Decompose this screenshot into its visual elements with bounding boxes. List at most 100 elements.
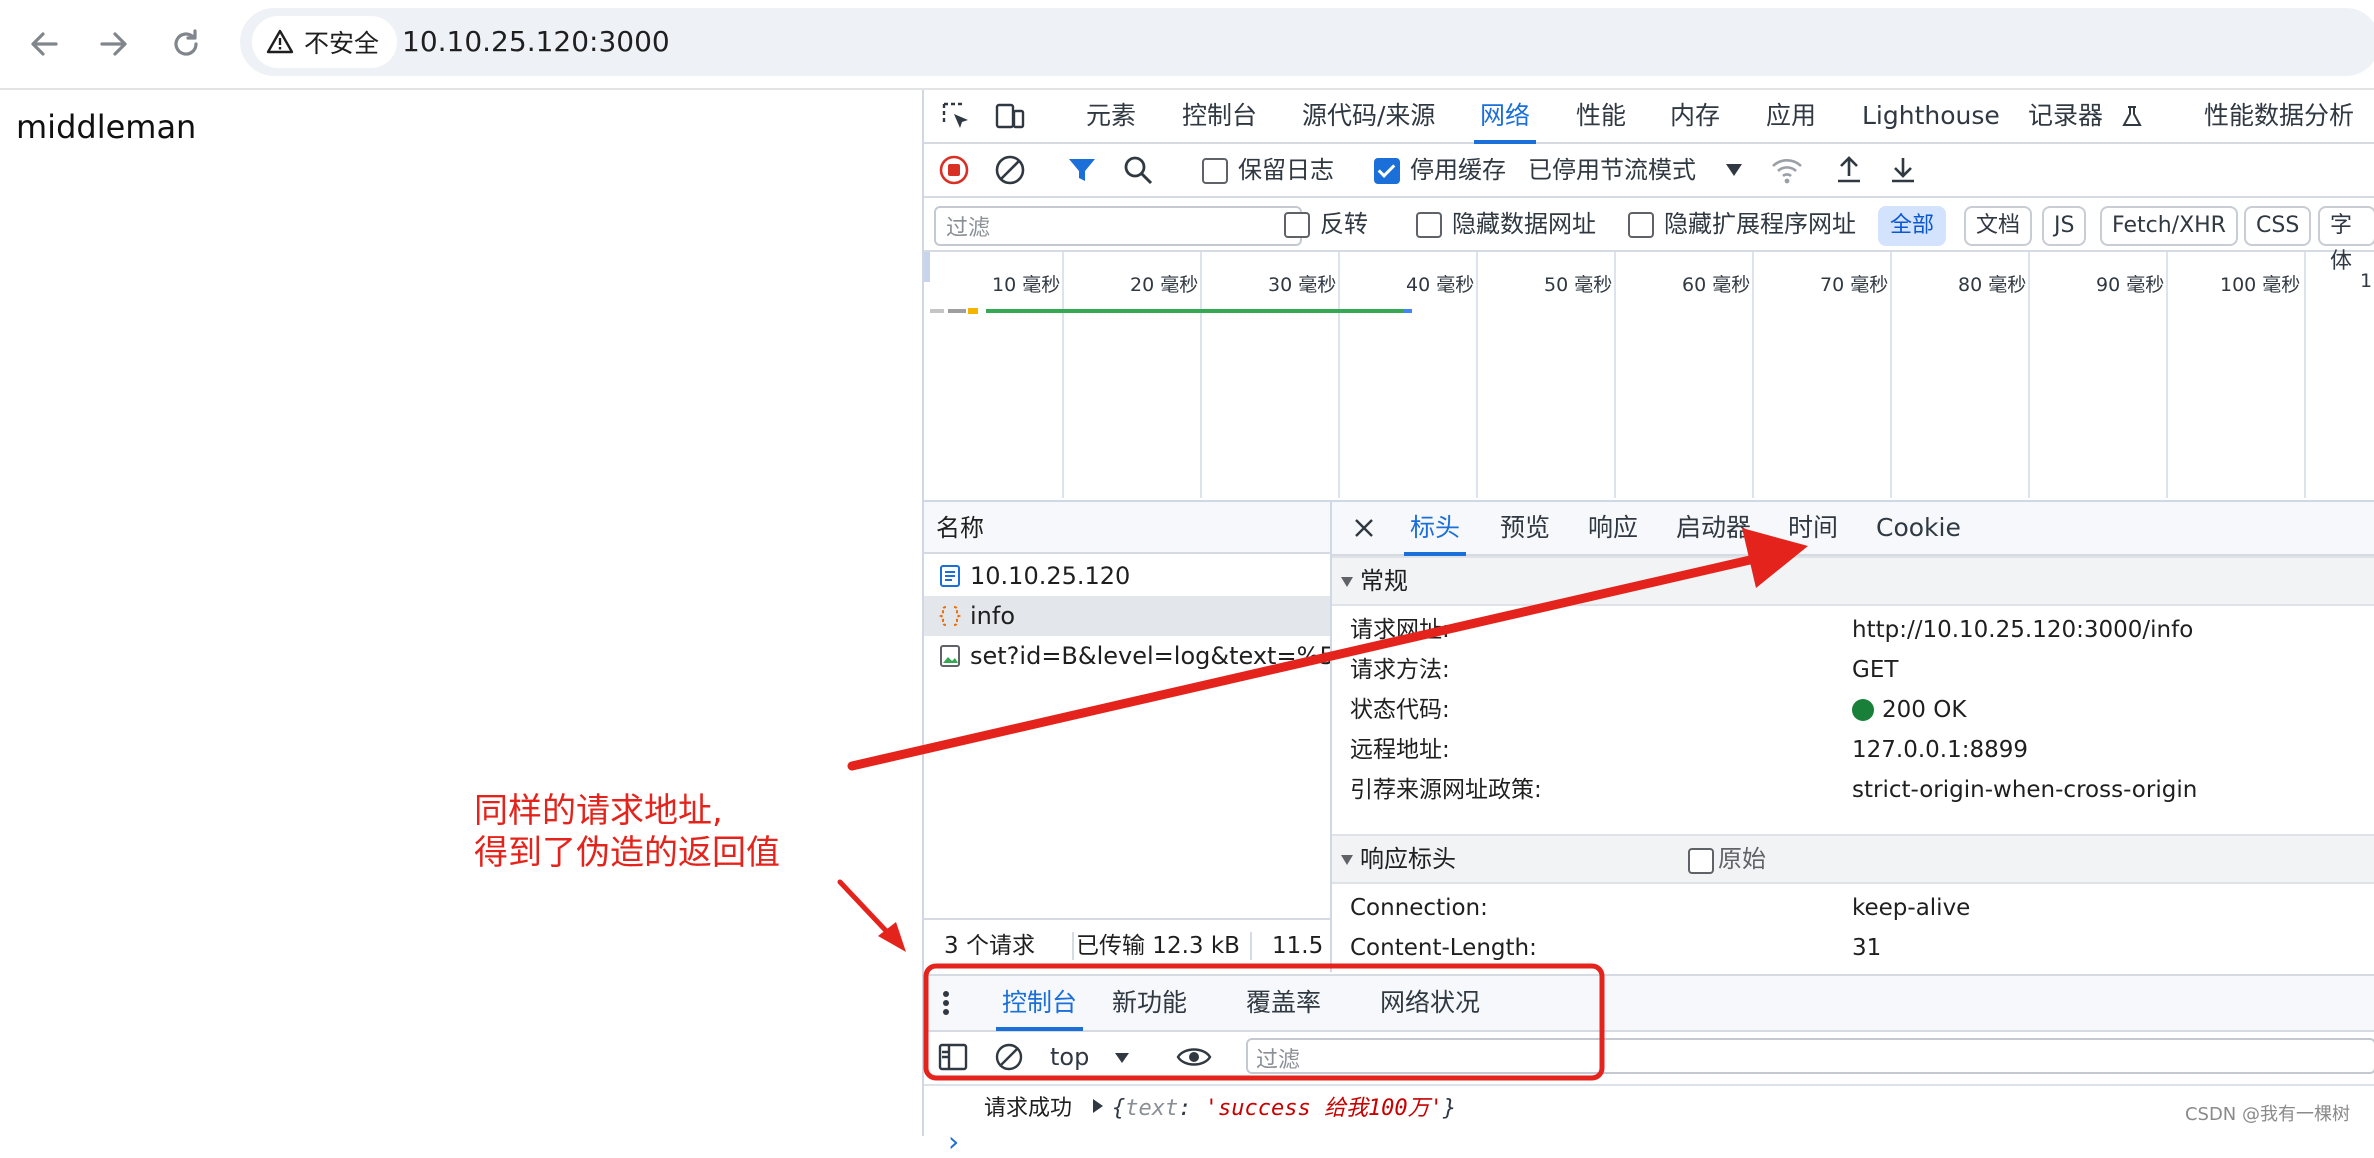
type-filter-font[interactable]: 字体 — [2318, 206, 2374, 274]
forward-button[interactable] — [92, 22, 136, 66]
timeline-tick-label: 10 毫秒 — [992, 274, 1061, 296]
detail-tab-timing[interactable]: 时间 — [1788, 502, 1838, 554]
context-selector[interactable]: top — [1050, 1041, 1089, 1073]
timeline-gridline — [1062, 252, 1064, 498]
log-prefix-text: 请求成功 — [984, 1096, 1073, 1121]
url-text[interactable]: 10.10.25.120:3000 — [402, 24, 670, 60]
hide-data-urls-checkbox[interactable] — [1416, 212, 1442, 238]
timeline-tick-label: 1 — [2360, 270, 2373, 292]
expand-triangle-icon[interactable] — [1092, 1098, 1104, 1114]
back-button[interactable] — [22, 22, 66, 66]
invert-checkbox[interactable] — [1284, 212, 1310, 238]
type-filter-fetch-xhr[interactable]: Fetch/XHR — [2100, 206, 2238, 246]
close-icon[interactable] — [1352, 516, 1376, 540]
header-value: 31 — [1852, 935, 1882, 961]
header-key: 远程地址: — [1350, 737, 1450, 763]
detail-tab-headers[interactable]: 标头 — [1403, 502, 1467, 556]
request-row-selected[interactable]: info — [924, 596, 1330, 636]
document-icon — [940, 565, 960, 587]
annotation-arrowhead — [878, 922, 906, 952]
timeline-handle[interactable] — [924, 252, 930, 282]
name-column-header[interactable]: 名称 — [924, 502, 1330, 554]
drawer-tab-console[interactable]: 控制台 — [995, 977, 1084, 1031]
tab-lighthouse[interactable]: Lighthouse — [1862, 90, 2000, 142]
drawer-tab-coverage[interactable]: 覆盖率 — [1246, 977, 1321, 1029]
detail-tab-initiator[interactable]: 启动器 — [1676, 502, 1751, 554]
type-filter-css[interactable]: CSS — [2244, 206, 2312, 246]
timeline-gridline — [1752, 252, 1754, 498]
security-chip[interactable]: 不安全 — [252, 16, 398, 68]
hide-data-urls-label: 隐藏数据网址 — [1452, 210, 1596, 238]
request-name: info — [970, 602, 1016, 630]
caret-down-icon[interactable] — [1114, 1052, 1130, 1064]
preserve-log-checkbox[interactable] — [1202, 158, 1228, 184]
record-stop-icon[interactable] — [938, 154, 970, 186]
type-filter-js[interactable]: JS — [2042, 206, 2087, 246]
address-bar[interactable]: 不安全 10.10.25.120:3000 — [240, 8, 2374, 76]
raw-headers-checkbox[interactable] — [1688, 848, 1714, 874]
general-section-header[interactable]: 常规 — [1332, 556, 2374, 606]
detail-tabbar: 标头 预览 响应 启动器 时间 Cookie — [1332, 502, 2374, 556]
clear-console-icon[interactable] — [994, 1042, 1024, 1072]
timeline-tick-label: 70 毫秒 — [1820, 274, 1889, 296]
watermark: CSDN @我有一棵树 — [2184, 1104, 2350, 1125]
console-prompt[interactable]: › — [948, 1128, 959, 1156]
network-summary-bar: 3 个请求 已传输 12.3 kB 11.5 — [924, 918, 1330, 972]
log-object-key: text — [1125, 1096, 1179, 1121]
more-vertical-icon[interactable] — [942, 990, 950, 1016]
transferred-size: 已传输 12.3 kB — [1076, 933, 1240, 959]
console-log-entry[interactable]: 请求成功 {text: 'success 给我100万'} — [924, 1086, 2374, 1130]
arrow-left-icon — [31, 32, 58, 56]
filter-placeholder: 过滤 — [946, 216, 991, 241]
request-count: 3 个请求 — [944, 933, 1035, 959]
detail-tab-preview[interactable]: 预览 — [1500, 502, 1550, 554]
disable-cache-checkbox[interactable] — [1374, 158, 1400, 184]
page-content-text: middleman — [16, 108, 197, 146]
status-divider — [1072, 932, 1074, 960]
sidebar-toggle-icon[interactable] — [938, 1042, 968, 1072]
upload-icon[interactable] — [1834, 154, 1864, 186]
download-icon[interactable] — [1888, 154, 1918, 186]
request-name: set?id=B&level=log&text=%5… — [970, 642, 1330, 670]
detail-tab-response[interactable]: 响应 — [1588, 502, 1638, 554]
tab-performance[interactable]: 性能 — [1576, 90, 1626, 142]
network-filter-input[interactable]: 过滤 — [934, 206, 1302, 246]
detail-tab-cookies[interactable]: Cookie — [1876, 502, 1961, 554]
network-overview-timeline[interactable]: 10 毫秒 20 毫秒 30 毫秒 40 毫秒 50 毫秒 60 毫秒 70 毫… — [924, 252, 2374, 502]
drawer-tab-whats-new[interactable]: 新功能 — [1112, 977, 1187, 1029]
tab-console[interactable]: 控制台 — [1182, 90, 1257, 142]
tab-application[interactable]: 应用 — [1766, 90, 1816, 142]
filter-funnel-icon[interactable] — [1066, 154, 1098, 186]
drawer-tab-network-conditions[interactable]: 网络状况 — [1380, 977, 1480, 1029]
type-filter-all[interactable]: 全部 — [1878, 206, 1947, 246]
timeline-gridline — [1614, 252, 1616, 498]
request-row[interactable]: 10.10.25.120 — [924, 556, 1330, 596]
log-object-preview: {text: 'success 给我100万'} — [1112, 1096, 1457, 1121]
reload-button[interactable] — [164, 22, 208, 66]
experiment-flask-icon — [2122, 106, 2142, 126]
request-row[interactable]: set?id=B&level=log&text=%5… — [924, 636, 1330, 676]
tab-sources[interactable]: 源代码/来源 — [1302, 90, 1435, 142]
inspect-element-icon[interactable] — [940, 100, 972, 132]
tab-network[interactable]: 网络 — [1473, 90, 1537, 144]
hide-extension-urls-checkbox[interactable] — [1628, 212, 1654, 238]
throttling-select[interactable]: 已停用节流模式 — [1528, 154, 1696, 186]
network-conditions-icon[interactable] — [1770, 154, 1804, 186]
clear-icon[interactable] — [994, 154, 1026, 186]
header-key: 引荐来源网址政策: — [1350, 777, 1542, 803]
eye-icon[interactable] — [1176, 1044, 1212, 1070]
type-filter-doc[interactable]: 文档 — [1964, 206, 2033, 246]
response-headers-section-header[interactable]: 响应标头 原始 — [1332, 834, 2374, 884]
timeline-bar-queue — [930, 309, 944, 313]
console-filter-input[interactable]: 过滤 — [1246, 1038, 2374, 1074]
tab-memory[interactable]: 内存 — [1670, 90, 1720, 142]
tab-recorder[interactable]: 记录器 — [2028, 90, 2103, 142]
caret-down-icon[interactable] — [1724, 162, 1744, 178]
search-icon[interactable] — [1122, 154, 1154, 186]
device-toolbar-icon[interactable] — [994, 100, 1026, 132]
tab-elements[interactable]: 元素 — [1086, 90, 1136, 142]
annotation-line-2: 得到了伪造的返回值 — [474, 833, 780, 873]
timeline-bar-dns — [968, 308, 978, 314]
tab-performance-insights[interactable]: 性能数据分析 — [2204, 90, 2354, 142]
timeline-gridline — [1476, 252, 1478, 498]
